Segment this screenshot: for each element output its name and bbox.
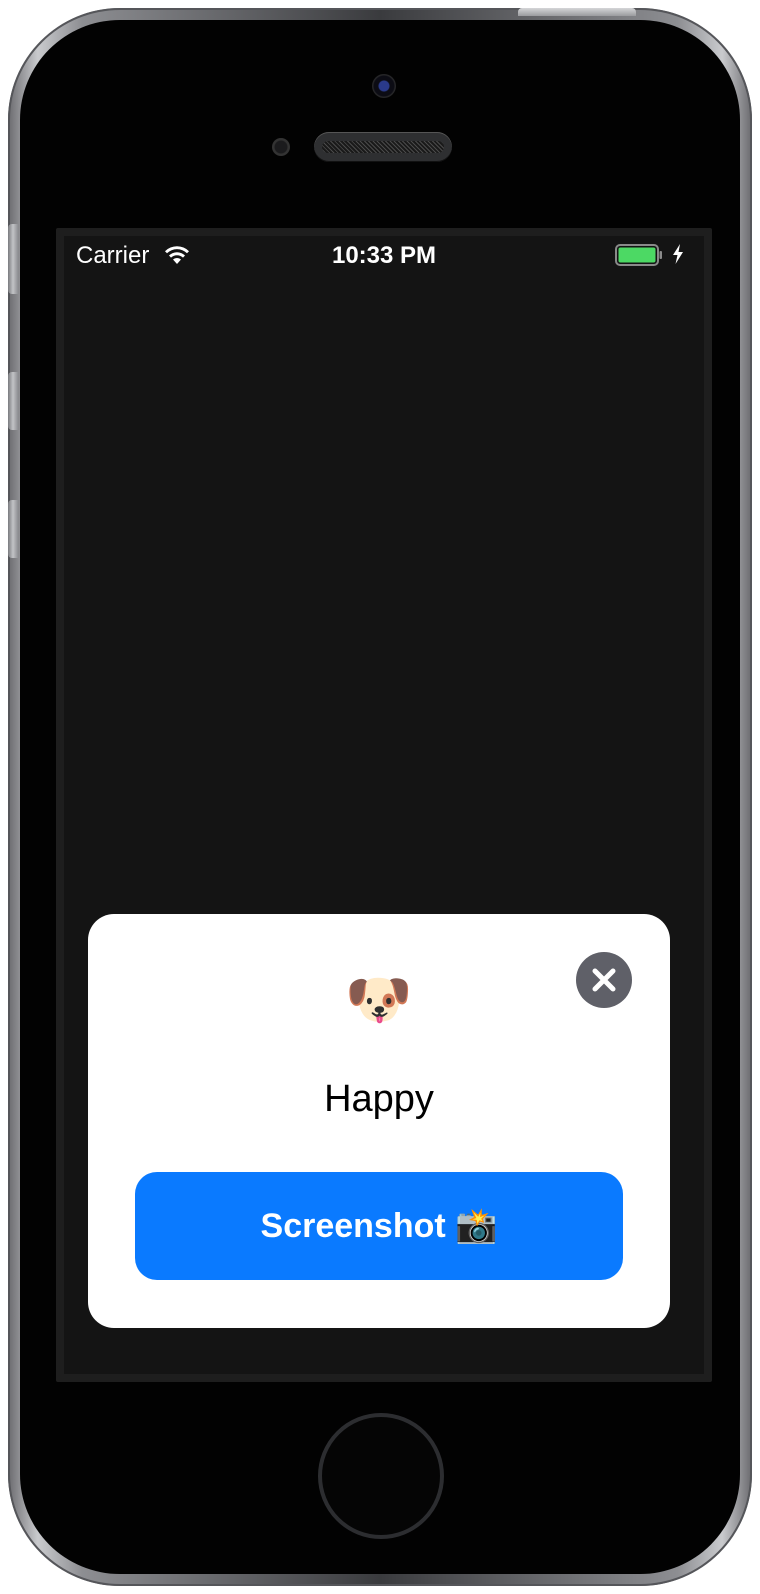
earpiece-speaker-icon — [314, 132, 452, 162]
power-button — [518, 8, 636, 16]
front-camera-icon — [372, 74, 396, 98]
app-screen: Carrier 10:33 PM 🐶 Happy Screenshot 📸 — [64, 236, 704, 1374]
home-button[interactable] — [318, 1413, 444, 1539]
mood-label: Happy — [324, 1078, 434, 1120]
status-time: 10:33 PM — [331, 242, 437, 269]
dog-emoji-icon: 🐶 — [345, 970, 413, 1030]
charging-icon — [673, 244, 683, 264]
mood-card: 🐶 Happy Screenshot 📸 — [88, 914, 670, 1328]
volume-down-button — [8, 500, 18, 558]
mute-switch — [8, 224, 18, 294]
screenshot-button[interactable]: Screenshot 📸 — [135, 1172, 623, 1280]
volume-up-button — [8, 372, 18, 430]
battery-icon — [615, 244, 662, 266]
screenshot-button-label: Screenshot 📸 — [260, 1207, 498, 1245]
proximity-sensor-icon — [272, 138, 290, 156]
status-bar: Carrier 10:33 PM — [64, 236, 704, 276]
